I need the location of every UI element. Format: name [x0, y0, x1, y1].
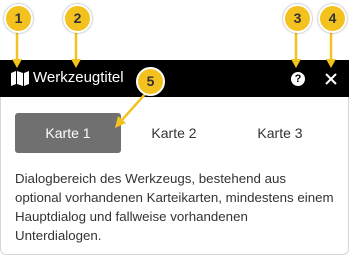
callout-marker-4: 4 — [318, 4, 347, 33]
callout-marker-1: 1 — [4, 4, 33, 33]
callout-marker-2: 2 — [63, 4, 92, 33]
callout-marker-3: 3 — [283, 4, 312, 33]
tab-karte-2[interactable]: Karte 2 — [121, 113, 227, 153]
dialog-title: Werkzeugtitel — [33, 69, 124, 86]
callout-marker-5: 5 — [136, 67, 165, 96]
map-icon — [11, 71, 29, 86]
tab-karte-1[interactable]: Karte 1 — [15, 113, 121, 153]
dialog-titlebar: Werkzeugtitel ? — [0, 60, 349, 97]
dialog-body-text: Dialogbereich des Werkzeugs, bestehend a… — [15, 171, 334, 243]
close-icon[interactable] — [323, 71, 339, 87]
help-button[interactable]: ? — [291, 72, 305, 86]
tab-bar: Karte 1 Karte 2 Karte 3 — [15, 113, 335, 153]
tab-karte-3[interactable]: Karte 3 — [227, 113, 333, 153]
